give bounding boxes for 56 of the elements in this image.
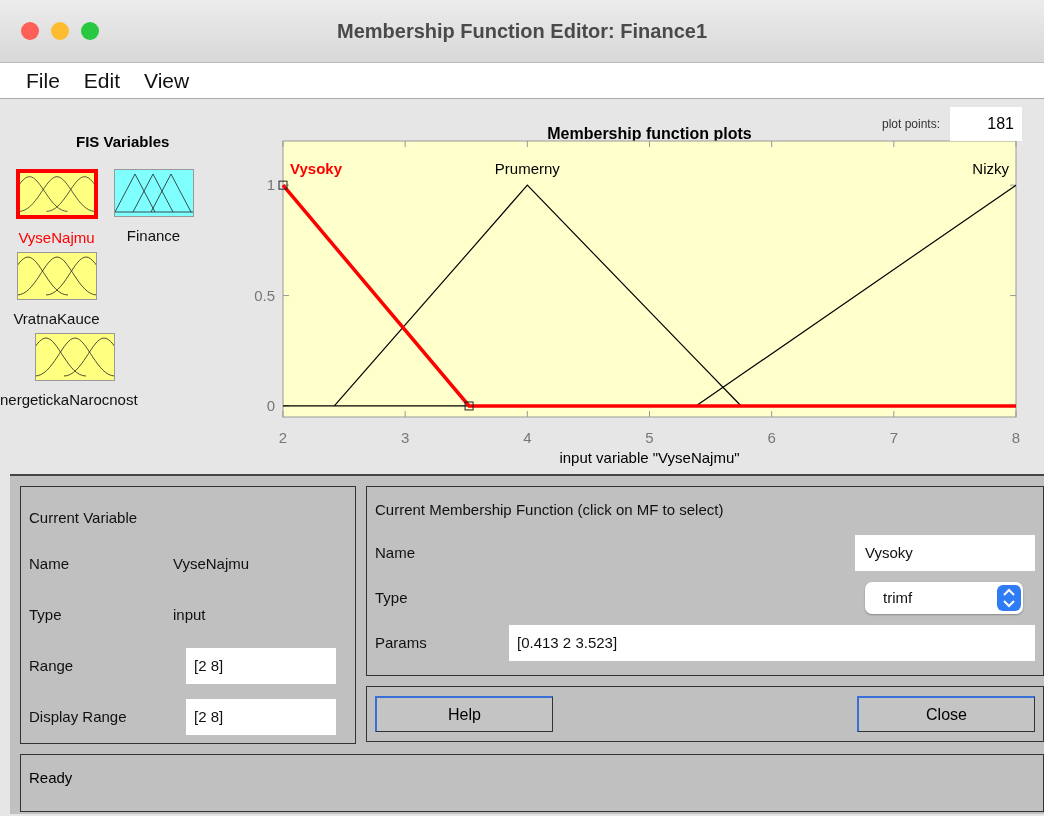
panel-title: Current Variable	[29, 509, 138, 526]
x-tick-label: 6	[767, 429, 776, 446]
section-title: FIS Variables	[76, 133, 170, 150]
y-tick-label: 0.5	[254, 286, 275, 304]
axis-label: input variable "VyseNajmu"	[559, 449, 740, 466]
dialog-button[interactable]: Close	[857, 696, 1035, 732]
variable-icon[interactable]	[15, 169, 98, 219]
x-tick-label: 8	[1011, 429, 1021, 446]
menu-item[interactable]: Edit	[71, 68, 133, 93]
x-tick-label: 3	[401, 429, 410, 446]
field-label: Name	[375, 544, 415, 561]
window-control-icon[interactable]	[21, 22, 39, 40]
chevron-icon	[997, 584, 1021, 611]
variable-icon[interactable]	[16, 252, 97, 300]
x-tick-label: 5	[645, 429, 654, 446]
variable-name: Finance	[126, 227, 181, 244]
y-tick-label: 1	[266, 176, 275, 194]
input-field[interactable]: [2 8]	[186, 647, 336, 684]
curve-label: Nizky	[972, 160, 1009, 177]
vertex-handle[interactable]	[464, 401, 474, 411]
x-tick-label: 4	[523, 429, 532, 446]
x-tick-label: 7	[889, 429, 898, 446]
menu-item[interactable]: File	[14, 68, 72, 93]
membership-curve[interactable]	[695, 184, 1017, 407]
input-field[interactable]: [2 8]	[186, 698, 336, 735]
field-label: Display Range	[29, 708, 128, 725]
variable-icon[interactable]	[113, 169, 194, 217]
chart-title: Membership function plots	[547, 125, 752, 142]
membership-curve[interactable]	[333, 184, 742, 407]
type-dropdown[interactable]: trimf	[865, 581, 1023, 614]
input-field[interactable]: Vysoky	[855, 534, 1035, 571]
field-label: Params	[375, 634, 427, 651]
y-tick-label: 0	[266, 396, 275, 414]
field-label: Type	[29, 606, 63, 623]
variable-name: nergetickaNarocnost	[0, 391, 138, 408]
field-label: Name	[29, 555, 70, 572]
field-value: input	[173, 606, 206, 623]
window-title: Membership Function Editor: Finance1	[337, 19, 707, 43]
field-label: Type	[375, 589, 408, 606]
variable-icon[interactable]	[35, 333, 115, 381]
vertex-handle[interactable]	[278, 180, 288, 190]
variable-name: VratnaKauce	[13, 310, 100, 327]
input-field[interactable]: [0.413 2 3.523]	[509, 624, 1035, 661]
curve-label: Prumerny	[494, 160, 560, 177]
variable-name: VyseNajmu	[18, 229, 95, 246]
status-text: Ready	[29, 769, 73, 786]
plot-points-label: plot points:	[881, 117, 940, 131]
selected-membership-curve[interactable]	[281, 184, 1016, 408]
x-tick-label: 2	[278, 429, 288, 446]
plot-points-field[interactable]: 181	[950, 107, 1022, 141]
curve-label: Vysoky	[290, 160, 342, 177]
panel-title: Current Membership Function (click on MF to select)	[375, 501, 725, 518]
menu-item[interactable]: View	[132, 68, 202, 93]
field-label: Range	[29, 657, 75, 674]
field-value: VyseNajmu	[173, 555, 250, 572]
dialog-button[interactable]: Help	[375, 696, 553, 732]
